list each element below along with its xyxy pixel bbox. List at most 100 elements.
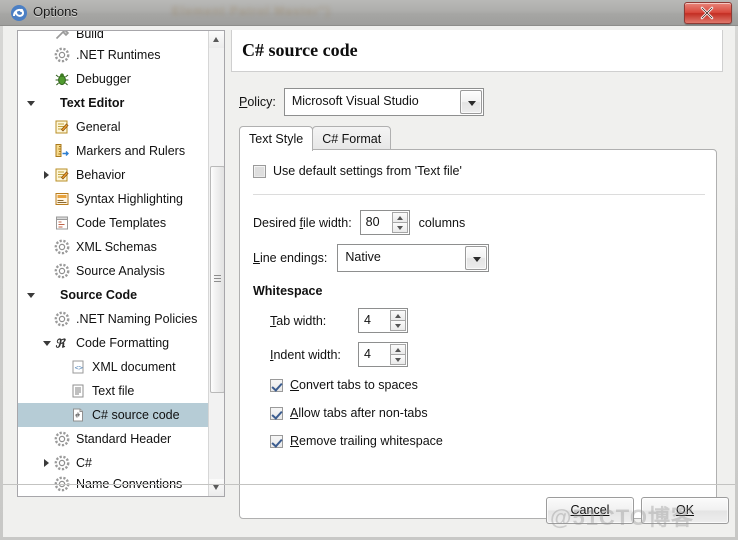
sidebar-item-behavior[interactable]: Behavior xyxy=(18,163,208,187)
title-bar: Element Patrol Master") Options xyxy=(0,0,738,26)
sidebar-item-label: Debugger xyxy=(76,72,131,86)
gear-icon xyxy=(54,47,72,63)
xml-doc-icon: <> xyxy=(70,359,88,375)
close-button[interactable] xyxy=(684,2,732,24)
tree-scrollbar[interactable] xyxy=(208,31,224,496)
tree-twisty-spacer xyxy=(40,67,54,91)
desired-file-width-stepper[interactable]: 80 xyxy=(359,210,410,235)
ok-button[interactable]: OK xyxy=(641,497,729,524)
svg-text:<>: <> xyxy=(75,364,83,372)
chevron-down-icon[interactable] xyxy=(40,331,54,355)
gear-icon xyxy=(54,455,70,471)
sidebar-item-label: Syntax Highlighting xyxy=(76,192,184,206)
sidebar-item-debugger[interactable]: Debugger xyxy=(18,67,208,91)
indent-width-stepper[interactable]: 4 xyxy=(358,342,408,367)
stepper-down-icon[interactable] xyxy=(391,222,408,233)
scroll-up-arrow-icon[interactable] xyxy=(209,31,224,48)
cancel-button-label: Cancel xyxy=(570,503,610,517)
chevron-down-icon[interactable] xyxy=(459,90,482,114)
bug-icon xyxy=(54,71,72,87)
tab-width-stepper[interactable]: 4 xyxy=(358,308,408,333)
chevron-right-icon[interactable] xyxy=(40,163,54,187)
sidebar-item-label: C# source code xyxy=(92,408,180,422)
sidebar-item-code-templates[interactable]: Code Templates xyxy=(18,211,208,235)
gear-icon xyxy=(54,239,72,255)
sidebar-item-net-runtimes[interactable]: .NET Runtimes xyxy=(18,43,208,67)
allow-tabs-after-non-tabs-checkbox[interactable] xyxy=(270,406,283,420)
policy-combobox[interactable]: Microsoft Visual Studio xyxy=(283,88,484,116)
sidebar-item-text-file[interactable]: Text file xyxy=(18,379,208,403)
sidebar-item-code-formatting[interactable]: ℜ Code Formatting xyxy=(18,331,208,355)
remove-trailing-whitespace-checkbox[interactable] xyxy=(270,434,283,448)
stepper-down-icon[interactable] xyxy=(390,354,406,365)
tree-icon-spacer xyxy=(38,287,56,303)
sidebar-item-general[interactable]: General xyxy=(18,115,208,139)
options-dialog-window: Element Patrol Master") Options Build .NE… xyxy=(0,0,738,540)
line-endings-combobox[interactable]: Native xyxy=(337,244,490,272)
sidebar-item-build[interactable]: Build xyxy=(18,31,208,43)
sidebar-item-text-editor[interactable]: Text Editor xyxy=(18,91,208,115)
scroll-down-arrow-icon[interactable] xyxy=(209,479,224,496)
chevron-down-icon[interactable] xyxy=(465,246,488,270)
gear-icon xyxy=(54,455,72,471)
sidebar-item-label: .NET Naming Policies xyxy=(76,312,198,326)
line-endings-row: Line endings: Native xyxy=(253,244,490,272)
tab-width-label: Tab width: xyxy=(270,313,327,328)
sidebar-item-source-analysis[interactable]: Source Analysis xyxy=(18,259,208,283)
convert-tabs-to-spaces-row[interactable]: Convert tabs to spaces xyxy=(270,378,418,392)
pencil-note-icon xyxy=(55,168,69,182)
svg-text:#: # xyxy=(75,412,81,420)
sidebar-item-label: Source Code xyxy=(60,288,138,302)
chevron-down-icon[interactable] xyxy=(24,91,38,115)
gear-icon xyxy=(54,431,70,447)
sidebar-item-c-source-code[interactable]: # C# source code xyxy=(18,403,208,427)
panel-tabs[interactable]: Text Style C# Format xyxy=(239,126,392,151)
use-default-settings-row[interactable]: Use default settings from 'Text file' xyxy=(253,164,462,178)
gear-icon xyxy=(54,431,72,447)
build-icon xyxy=(55,31,70,40)
tree-twisty-spacer xyxy=(40,139,54,163)
sidebar-item-xml-document[interactable]: <> XML document xyxy=(18,355,208,379)
gear-icon xyxy=(54,239,70,255)
indent-width-label: Indent width: xyxy=(270,347,341,362)
tree-twisty-spacer xyxy=(40,235,54,259)
remove-trailing-whitespace-row[interactable]: Remove trailing whitespace xyxy=(270,434,443,448)
page-title: C# source code xyxy=(242,40,358,60)
cancel-button[interactable]: Cancel xyxy=(546,497,634,524)
sidebar-item-syntax-highlighting[interactable]: Syntax Highlighting xyxy=(18,187,208,211)
policy-row: Policy: Microsoft Visual Studio xyxy=(239,88,484,116)
gear-icon xyxy=(54,263,70,279)
tab-text-style[interactable]: Text Style xyxy=(239,126,314,151)
desired-file-width-row: Desired file width: 80 columns xyxy=(253,210,465,235)
sidebar-item-markers-and-rulers[interactable]: Markers and Rulers xyxy=(18,139,208,163)
scrollbar-thumb[interactable] xyxy=(210,166,224,393)
sidebar-item-net-naming-policies[interactable]: .NET Naming Policies xyxy=(18,307,208,331)
tab-csharp-format[interactable]: C# Format xyxy=(312,126,392,151)
sidebar-item-standard-header[interactable]: Standard Header xyxy=(18,427,208,451)
allow-tabs-after-non-tabs-row[interactable]: Allow tabs after non-tabs xyxy=(270,406,428,420)
convert-tabs-to-spaces-checkbox[interactable] xyxy=(270,378,283,392)
policy-label: Policy: xyxy=(239,95,276,109)
sidebar-item-source-code[interactable]: Source Code xyxy=(18,283,208,307)
tab-width-row: Tab width: 4 xyxy=(270,308,408,333)
dialog-client-area: Build .NET Runtimes Debugger Text Editor Gen… xyxy=(3,26,735,537)
template-icon xyxy=(56,216,68,230)
stepper-down-icon[interactable] xyxy=(390,320,406,331)
settings-panel: C# source code Policy: Microsoft Visual … xyxy=(231,30,723,519)
use-default-settings-checkbox[interactable] xyxy=(253,164,266,178)
settings-tree[interactable]: Build .NET Runtimes Debugger Text Editor Gen… xyxy=(17,30,225,497)
sidebar-item-xml-schemas[interactable]: XML Schemas xyxy=(18,235,208,259)
sidebar-item-label: Standard Header xyxy=(76,432,172,446)
text-file-icon xyxy=(72,384,84,398)
sidebar-item-label: Code Templates xyxy=(76,216,167,230)
chevron-down-icon[interactable] xyxy=(24,283,38,307)
